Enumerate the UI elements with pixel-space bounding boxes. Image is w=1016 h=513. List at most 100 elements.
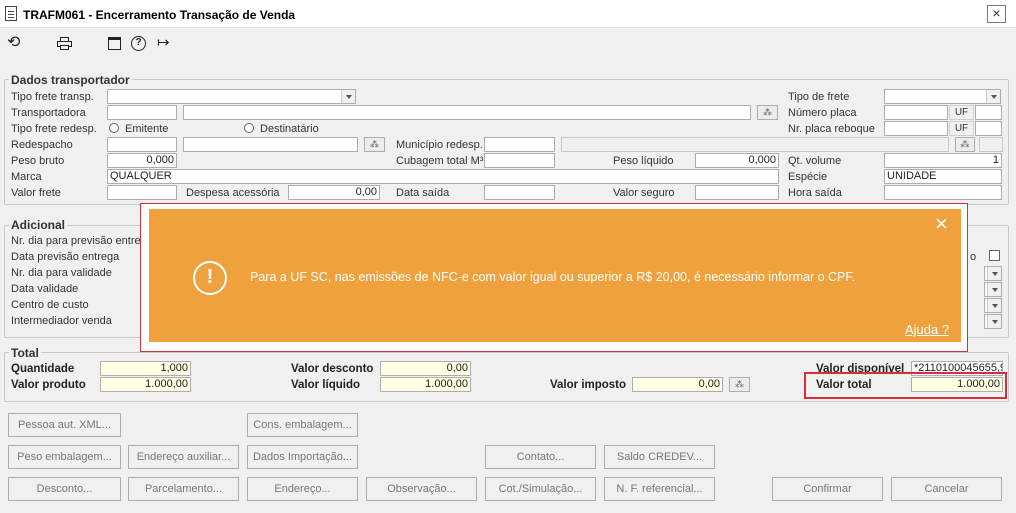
reboque-uf-label: UF [949,121,974,136]
cubagem-input[interactable] [484,153,555,168]
placa-reboque-label: Nr. placa reboque [788,123,875,135]
confirmar-button[interactable]: Confirmar [772,477,883,501]
redespacho-label: Redespacho [11,139,73,151]
data-saida-label: Data saída [396,187,450,199]
municipio-name-input [561,137,949,152]
cancelar-button[interactable]: Cancelar [891,477,1002,501]
observacao-button[interactable]: Observação... [366,477,477,501]
cons-embalagem-button[interactable]: Cons. embalagem... [247,413,358,437]
adicional-label: Data validade [11,283,79,295]
data-saida-input[interactable] [484,185,555,200]
nf-referencial-button[interactable]: N. F. referencial... [604,477,715,501]
adicional-select[interactable] [984,314,1002,329]
placa-uf-input[interactable] [975,105,1002,120]
tipo-frete-transp-label: Tipo frete transp. [11,91,94,103]
valor-imposto-label: Valor imposto [550,379,627,391]
valor-seguro-label: Valor seguro [613,187,675,199]
calendar-icon[interactable] [108,37,121,50]
hora-saida-label: Hora saída [788,187,842,199]
window-close-button[interactable]: × [987,5,1006,23]
chevron-down-icon [341,90,355,103]
tipo-frete-select[interactable] [884,89,1001,104]
adicional-label: Nr. dia para previsão entrega [11,235,153,247]
redespacho-name-input[interactable] [183,137,358,152]
placa-uf-label: UF [949,105,974,120]
municipio-search-button[interactable]: ⁂ [955,137,975,152]
dados-importacao-button[interactable]: Dados Importação... [247,445,358,469]
saldo-credev-button[interactable]: Saldo CREDEV... [604,445,715,469]
desconto-button[interactable]: Desconto... [8,477,121,501]
adicional-select[interactable] [984,282,1002,297]
chevron-down-icon [987,283,1001,296]
imposto-detail-button[interactable]: ⁂ [729,377,750,392]
chevron-down-icon [986,90,1000,103]
tipo-frete-label: Tipo de frete [788,91,850,103]
municipio-redesp-label: Município redesp. [396,139,483,151]
adicional-checkbox[interactable] [989,250,1000,261]
help-link[interactable]: Ajuda ? [905,322,949,337]
adicional-label: Intermediador venda [11,315,112,327]
transportadora-code-input[interactable] [107,105,177,120]
close-icon[interactable]: × [935,213,948,235]
exclamation-icon: ! [193,261,227,295]
undo-icon[interactable]: ⟲ [7,35,20,51]
adicional-label: Nr. dia para validade [11,267,112,279]
transportadora-label: Transportadora [11,107,86,119]
emitente-radio[interactable] [109,123,119,133]
marca-label: Marca [11,171,42,183]
valor-desconto-value: 0,00 [380,361,471,376]
destinatario-radio[interactable] [244,123,254,133]
qt-volume-label: Qt. volume [788,155,842,167]
reboque-uf-input[interactable] [975,121,1002,136]
contato-button[interactable]: Contato... [485,445,596,469]
especie-input[interactable]: UNIDADE [884,169,1002,184]
parcelamento-button[interactable]: Parcelamento... [128,477,239,501]
peso-bruto-label: Peso bruto [11,155,65,167]
peso-embalagem-button[interactable]: Peso embalagem... [8,445,121,469]
pessoa-xml-button[interactable]: Pessoa aut. XML... [8,413,121,437]
valor-liquido-value: 1.000,00 [380,377,471,392]
document-icon [5,6,17,21]
alert-message: Para a UF SC, nas emissões de NFC-e com … [250,270,856,284]
numero-placa-label: Número placa [788,107,857,119]
exit-icon[interactable]: ↦ [157,35,170,51]
valor-produto-value: 1.000,00 [100,377,191,392]
peso-liquido-input[interactable]: 0,000 [695,153,779,168]
valor-seguro-input[interactable] [695,185,779,200]
tipo-frete-transp-select[interactable] [107,89,356,104]
valor-desconto-label: Valor desconto [291,363,374,375]
cot-simulacao-button[interactable]: Cot./Simulação... [485,477,596,501]
print-icon[interactable] [57,37,72,50]
redespacho-code-input[interactable] [107,137,177,152]
cubagem-label: Cubagem total M³ [396,155,484,167]
chevron-down-icon [987,299,1001,312]
adicional-right-label: o [970,251,977,263]
window-title: TRAFM061 - Encerramento Transação de Ven… [23,8,296,22]
transportadora-search-button[interactable]: ⁂ [757,105,778,120]
help-icon[interactable]: ? [131,36,146,51]
destinatario-label: Destinatário [260,123,319,135]
adicional-select[interactable] [984,298,1002,313]
despesa-input[interactable]: 0,00 [288,185,380,200]
tipo-frete-redesp-label: Tipo frete redesp. [11,123,97,135]
valor-frete-input[interactable] [107,185,177,200]
numero-placa-input[interactable] [884,105,948,120]
quantidade-value: 1,000 [100,361,191,376]
emitente-label: Emitente [125,123,169,135]
municipio-uf-input [979,137,1003,152]
transportadora-name-input[interactable] [183,105,751,120]
hora-saida-input[interactable] [884,185,1002,200]
valor-total-highlight [804,372,1007,399]
qt-volume-input[interactable]: 1 [884,153,1002,168]
marca-input[interactable]: QUALQUER [107,169,779,184]
valor-produto-label: Valor produto [11,379,86,391]
adicional-title: Adicional [9,218,68,232]
endereco-auxiliar-button[interactable]: Endereço auxiliar... [128,445,239,469]
placa-reboque-input[interactable] [884,121,948,136]
redespacho-search-button[interactable]: ⁂ [364,137,385,152]
municipio-code-input[interactable] [484,137,555,152]
endereco-button[interactable]: Endereço... [247,477,358,501]
peso-bruto-input[interactable]: 0,000 [107,153,177,168]
adicional-select[interactable] [984,266,1002,281]
valor-frete-label: Valor frete [11,187,61,199]
